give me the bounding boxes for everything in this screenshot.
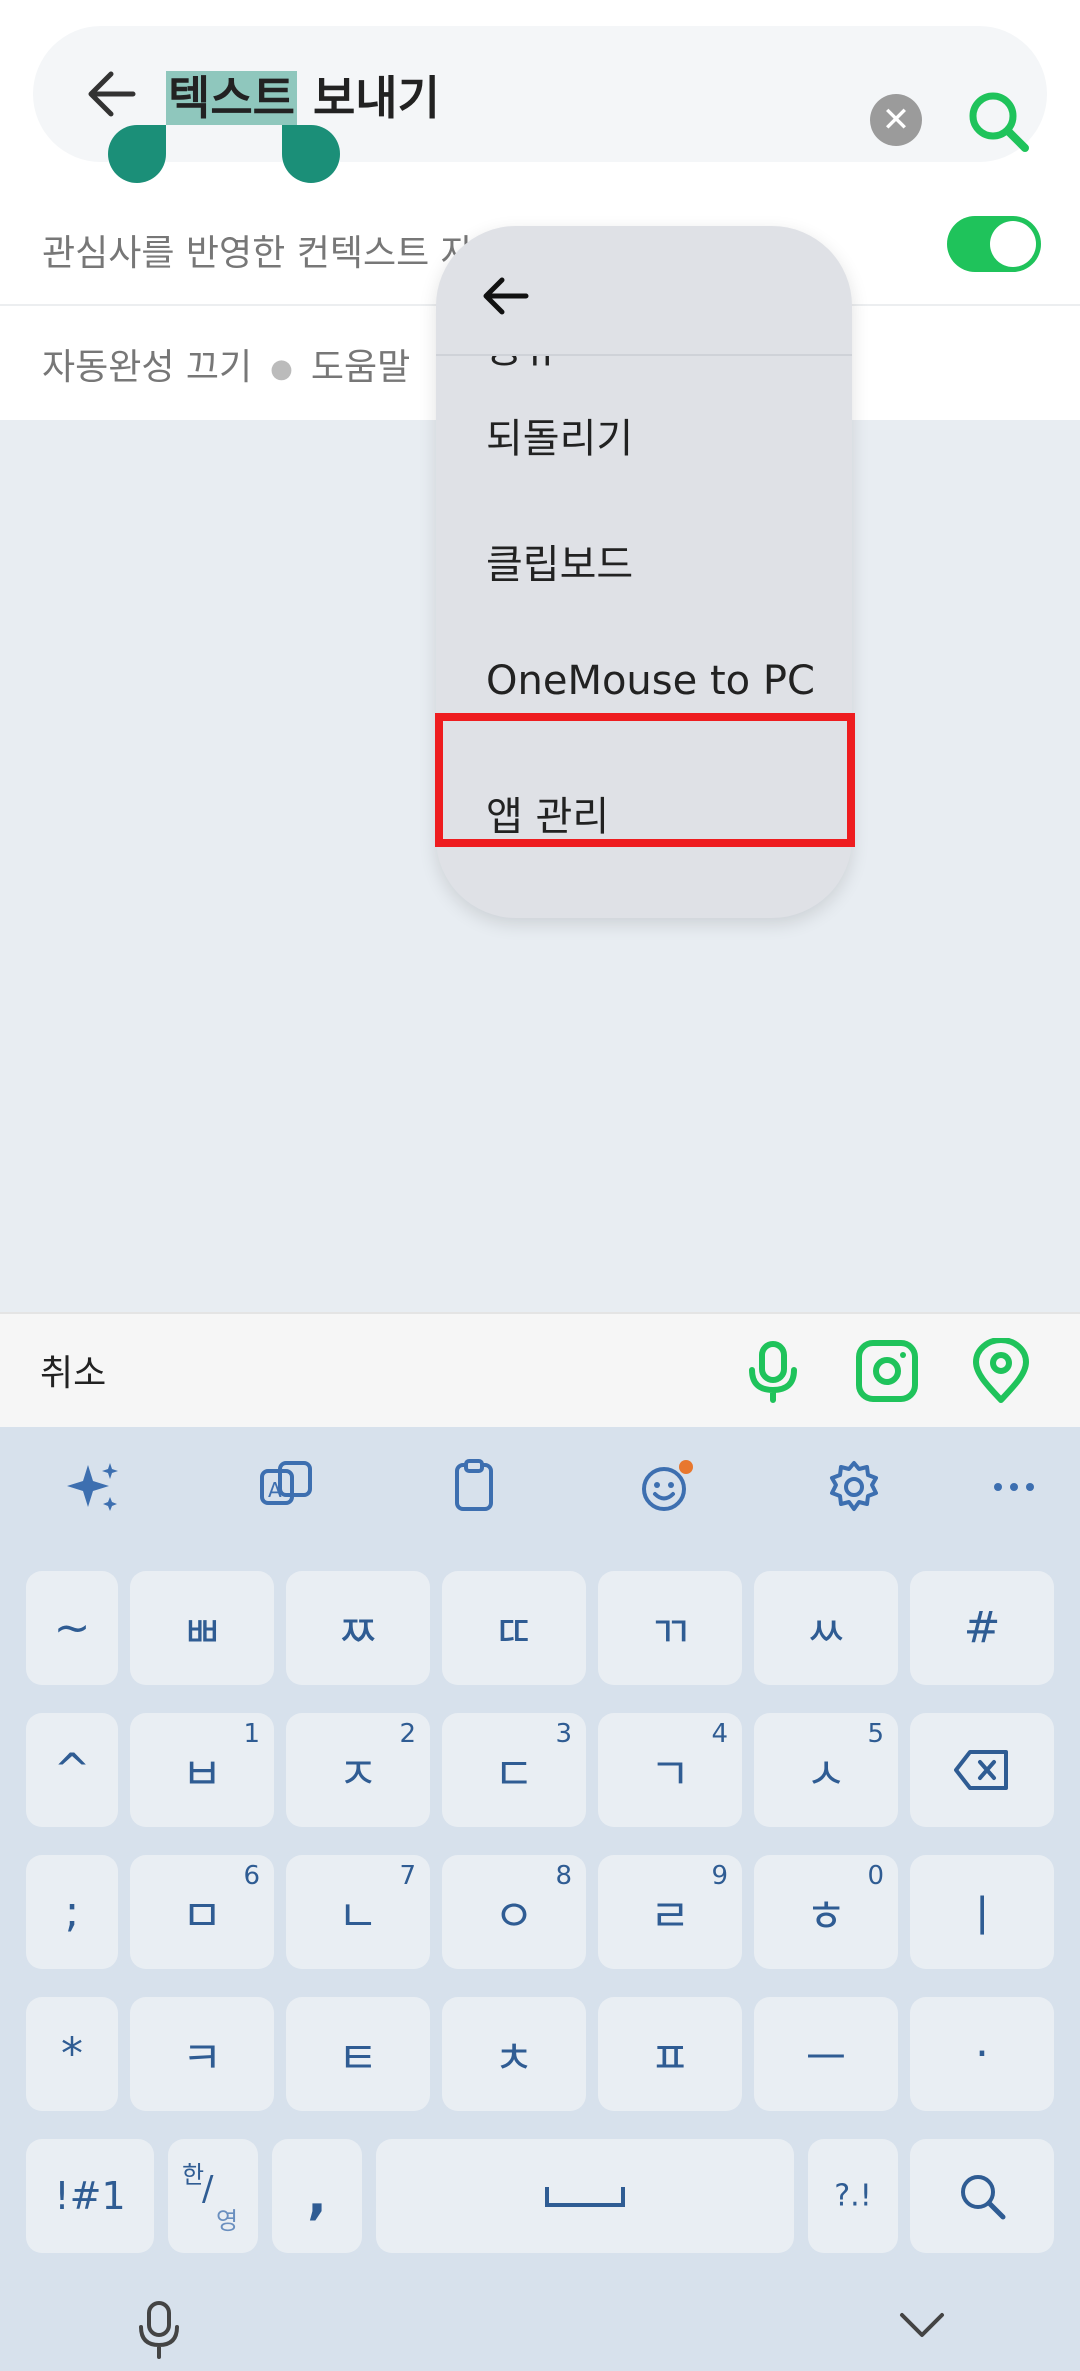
ai-sparkle-icon[interactable] [64, 1457, 124, 1517]
key-ssangdigeut[interactable]: ㄸ [442, 1571, 586, 1685]
clipboard-icon[interactable] [444, 1457, 504, 1517]
selected-text: 텍스트 [166, 71, 297, 125]
selection-handle-end[interactable] [282, 125, 340, 183]
key-chieut[interactable]: ㅊ [442, 1997, 586, 2111]
key-bieup[interactable]: ㅂ1 [130, 1713, 274, 1827]
menu-back-arrow-icon[interactable] [476, 266, 536, 326]
space-key[interactable] [376, 2139, 794, 2253]
cancel-button[interactable]: 취소 [40, 1344, 106, 1396]
key-ssanggiyeok[interactable]: ㄲ [598, 1571, 742, 1685]
microphone-icon[interactable] [740, 1338, 806, 1404]
search-key[interactable] [910, 2139, 1054, 2253]
search-options-links: 자동완성 끄기 ● 도움말 [42, 338, 410, 390]
key-tieut[interactable]: ㅌ [286, 1997, 430, 2111]
clear-icon[interactable]: ✕ [870, 94, 922, 146]
key-giyeok[interactable]: ㄱ4 [598, 1713, 742, 1827]
key-nieun[interactable]: ㄴ7 [286, 1855, 430, 1969]
comma-key[interactable]: , [272, 2139, 362, 2253]
help-link[interactable]: 도움말 [311, 347, 410, 388]
location-pin-icon[interactable] [968, 1337, 1034, 1404]
key-digeut[interactable]: ㄷ3 [442, 1713, 586, 1827]
lens-camera-icon[interactable] [854, 1338, 920, 1404]
key-rieul[interactable]: ㄹ9 [598, 1855, 742, 1969]
key-middle-dot[interactable]: · [910, 1997, 1054, 2111]
key-asterisk[interactable]: * [26, 1997, 118, 2111]
keyboard-action-bar: 취소 [0, 1312, 1080, 1427]
key-i-vowel[interactable]: ㅣ [910, 1855, 1054, 1969]
key-kieuk[interactable]: ㅋ [130, 1997, 274, 2111]
menu-item-share[interactable]: 공유 [486, 356, 560, 374]
context-toggle[interactable] [947, 216, 1041, 272]
translate-icon[interactable]: A [256, 1457, 316, 1517]
svg-text:A: A [268, 1478, 282, 1502]
menu-item-onemouse[interactable]: OneMouse to PC [486, 658, 815, 704]
key-tilde[interactable]: ~ [26, 1571, 118, 1685]
emoji-icon[interactable] [634, 1457, 694, 1517]
gear-icon[interactable] [824, 1457, 884, 1517]
search-icon[interactable] [963, 86, 1035, 158]
key-mieum[interactable]: ㅁ6 [130, 1855, 274, 1969]
menu-item-undo[interactable]: 되돌리기 [486, 406, 633, 464]
key-ssangbieup[interactable]: ㅃ [130, 1571, 274, 1685]
key-siot[interactable]: ㅅ5 [754, 1713, 898, 1827]
key-ssangjieut[interactable]: ㅉ [286, 1571, 430, 1685]
punctuation-key[interactable]: ?.! [808, 2139, 898, 2253]
key-hieut[interactable]: ㅎ0 [754, 1855, 898, 1969]
language-switch-key[interactable]: 한 / 영 [168, 2139, 258, 2253]
voice-input-icon[interactable] [134, 2299, 184, 2363]
more-icon[interactable] [984, 1457, 1044, 1517]
autocomplete-off-link[interactable]: 자동완성 끄기 [42, 347, 252, 388]
key-ssangsiot[interactable]: ㅆ [754, 1571, 898, 1685]
highlight-box [435, 713, 855, 847]
key-eu-vowel[interactable]: ㅡ [754, 1997, 898, 2111]
search-bar[interactable]: 텍스트 보내기 ✕ [33, 26, 1047, 162]
keyboard: A ~ ㅃ ㅉ ㄸ ㄲ ㅆ # ^ ㅂ1 ㅈ2 ㄷ3 ㄱ4 ㅅ5 ; ㅁ6 ㄴ7… [0, 1427, 1080, 2371]
menu-item-clipboard[interactable]: 클립보드 [486, 532, 633, 590]
selection-handle-start[interactable] [108, 125, 166, 183]
key-hash[interactable]: # [910, 1571, 1054, 1685]
backspace-key[interactable] [910, 1713, 1054, 1827]
context-setting-label: 관심사를 반영한 컨텍스트 자 [42, 233, 474, 274]
key-pieup[interactable]: ㅍ [598, 1997, 742, 2111]
key-ieung[interactable]: ㅇ8 [442, 1855, 586, 1969]
hide-keyboard-chevron-icon[interactable] [896, 2305, 948, 2349]
key-semicolon[interactable]: ; [26, 1855, 118, 1969]
symbols-key[interactable]: !#1 [26, 2139, 154, 2253]
key-caret[interactable]: ^ [26, 1713, 118, 1827]
separator-dot: ● [270, 354, 293, 384]
back-arrow-icon[interactable] [73, 54, 153, 134]
query-text: 보내기 [296, 71, 440, 125]
key-jieut[interactable]: ㅈ2 [286, 1713, 430, 1827]
